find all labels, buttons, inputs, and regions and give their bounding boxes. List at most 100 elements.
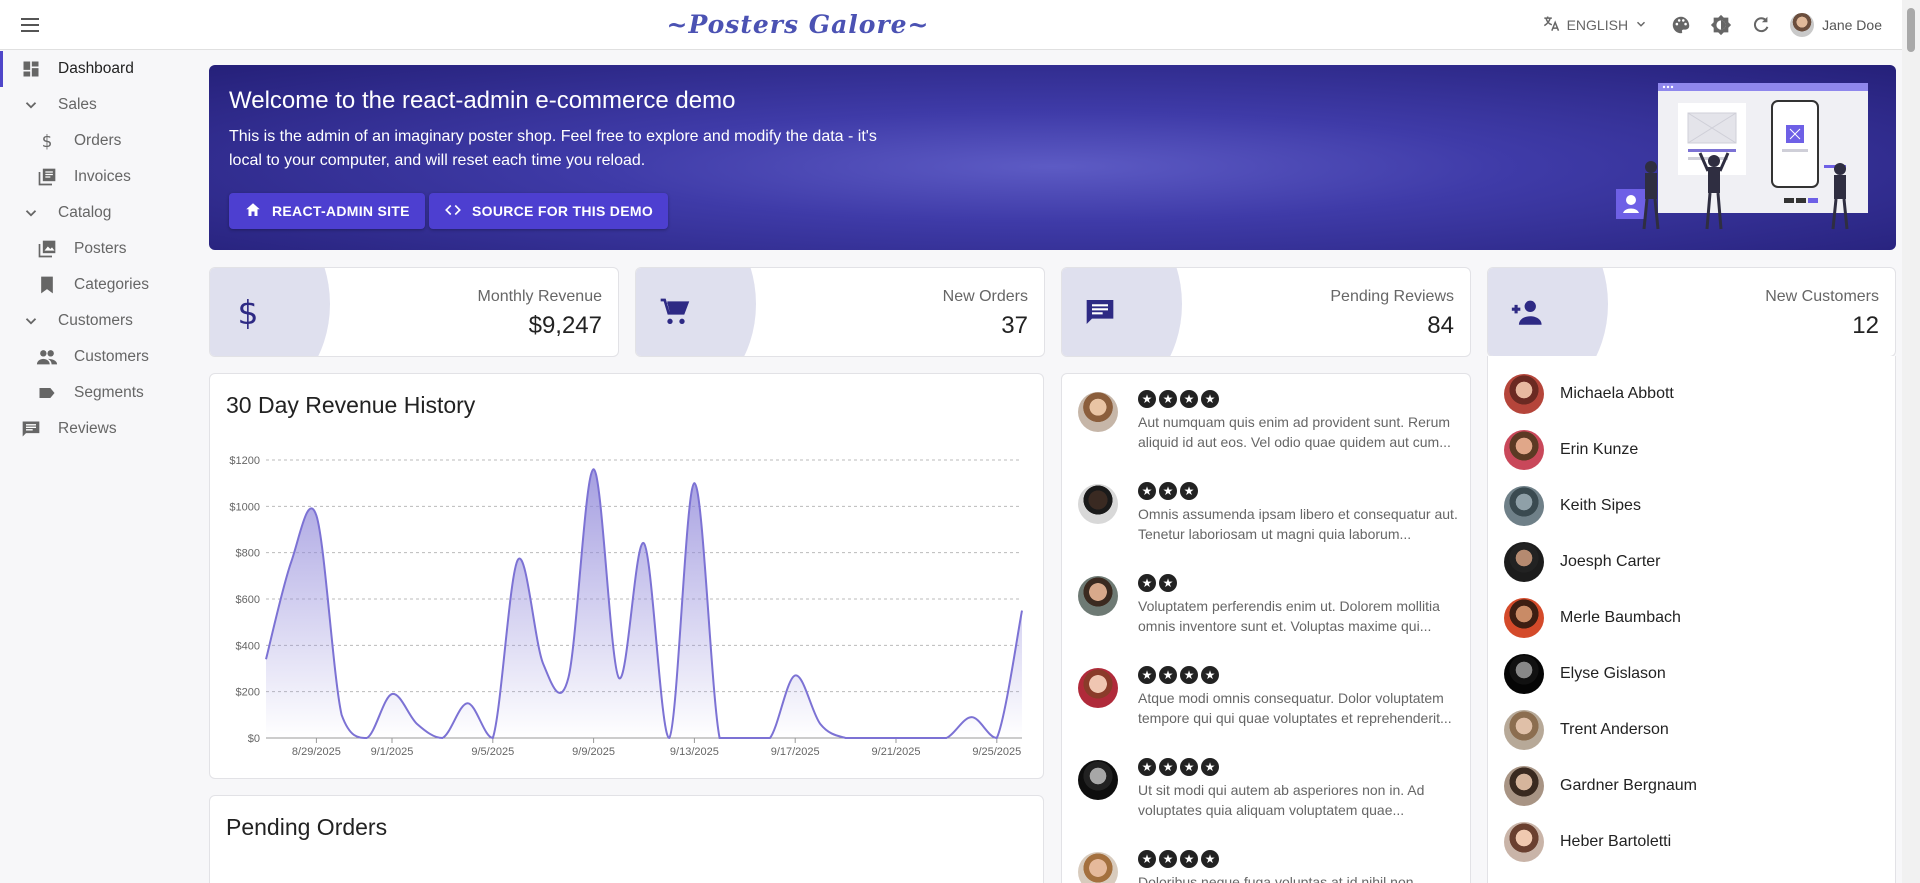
customer-item[interactable]: Gardner Bergnaum: [1504, 764, 1884, 808]
customers-list-card: Michaela Abbott Erin Kunze Keith Sipes Joes…: [1487, 356, 1896, 883]
sidebar-item-label: Segments: [74, 384, 144, 401]
review-item[interactable]: ★ ★ ★ ★ Aut numquam quis enim ad provident s…: [1078, 390, 1458, 460]
sidebar-item-label: Customers: [74, 348, 149, 365]
customer-item[interactable]: Joesph Carter: [1504, 540, 1884, 584]
star-icon: ★: [1201, 758, 1219, 776]
chevron-down-icon: [20, 310, 42, 332]
rating-stars: ★ ★ ★ ★: [1138, 390, 1219, 408]
sidebar-item-label: Dashboard: [58, 60, 134, 77]
translate-icon: [1541, 14, 1561, 37]
sidebar-item-label: Posters: [74, 240, 127, 257]
people-icon: [36, 346, 58, 368]
y-tick-label: $400: [236, 640, 260, 652]
button-label: SOURCE FOR THIS DEMO: [472, 203, 654, 219]
sidebar-group-catalog[interactable]: Catalog: [0, 195, 200, 231]
star-icon: ★: [1159, 574, 1177, 592]
stat-label: Monthly Revenue: [477, 288, 602, 305]
rating-stars: ★ ★ ★ ★: [1138, 850, 1219, 868]
review-item[interactable]: ★ ★ ★ Omnis assumenda ipsam libero et conse…: [1078, 482, 1458, 552]
customer-name: Gardner Bergnaum: [1560, 777, 1697, 794]
review-item[interactable]: ★ ★ ★ ★ Ut sit modi qui autem ab asperiores …: [1078, 758, 1458, 828]
revenue-chart: $0 $200 $400 $600 $800 $1000 $1200 8/29/2025 9/1…: [229, 455, 1023, 758]
customer-name: Merle Baumbach: [1560, 609, 1681, 626]
stat-label: New Orders: [942, 288, 1028, 305]
avatar: [1504, 430, 1544, 470]
sidebar-group-sales[interactable]: Sales: [0, 87, 200, 123]
star-icon: ★: [1159, 850, 1177, 868]
react-admin-site-button[interactable]: REACT-ADMIN SITE: [229, 193, 425, 229]
customer-item[interactable]: Erin Kunze: [1504, 428, 1884, 472]
star-icon: ★: [1138, 850, 1156, 868]
sidebar-item-segments[interactable]: Segments: [0, 375, 200, 411]
review-text: Atque modi omnis consequatur. Dolor volu…: [1138, 690, 1452, 726]
scrollbar-thumb[interactable]: [1907, 8, 1915, 52]
star-icon: ★: [1180, 758, 1198, 776]
pending-reviews-card[interactable]: Pending Reviews 84: [1061, 267, 1471, 357]
sidebar-item-orders[interactable]: $ Orders: [0, 123, 200, 159]
svg-text:$: $: [42, 132, 53, 151]
refresh-icon[interactable]: [1750, 14, 1772, 36]
x-tick-label: 9/5/2025: [471, 746, 514, 758]
sidebar-item-customers[interactable]: Customers: [0, 339, 200, 375]
avatar: [1504, 374, 1544, 414]
collections-icon: [36, 238, 58, 260]
customer-item[interactable]: Merle Baumbach: [1504, 596, 1884, 640]
star-icon: ★: [1138, 390, 1156, 408]
customer-name: Erin Kunze: [1560, 441, 1639, 458]
avatar: [1078, 852, 1118, 883]
star-icon: ★: [1138, 574, 1156, 592]
monthly-revenue-card[interactable]: $ Monthly Revenue $9,247: [209, 267, 619, 357]
user-name: Jane Doe: [1822, 17, 1882, 33]
sidebar-item-dashboard[interactable]: Dashboard: [0, 51, 200, 87]
review-item[interactable]: ★ ★ ★ ★ Doloribus neque fuga voluptas at id …: [1078, 850, 1458, 883]
source-for-demo-button[interactable]: SOURCE FOR THIS DEMO: [429, 193, 669, 229]
star-icon: ★: [1138, 758, 1156, 776]
label-icon: [36, 382, 58, 404]
y-tick-label: $200: [236, 687, 260, 699]
sidebar-item-invoices[interactable]: Invoices: [0, 159, 200, 195]
avatar: [1504, 766, 1544, 806]
avatar: [1078, 576, 1118, 616]
review-item[interactable]: ★ ★ ★ ★ Atque modi omnis consequatur. Dolor …: [1078, 666, 1458, 736]
review-text: Ut sit modi qui autem ab asperiores non …: [1138, 782, 1425, 818]
brightness-icon[interactable]: [1710, 14, 1732, 36]
welcome-illustration: [1616, 83, 1868, 230]
home-icon: [244, 201, 262, 222]
customer-item[interactable]: Michaela Abbott: [1504, 372, 1884, 416]
avatar: [1504, 598, 1544, 638]
stat-label: New Customers: [1765, 288, 1879, 305]
palette-icon[interactable]: [1670, 14, 1692, 36]
user-menu[interactable]: Jane Doe: [1790, 13, 1882, 37]
x-tick-label: 9/1/2025: [371, 746, 414, 758]
customer-name: Trent Anderson: [1560, 721, 1669, 738]
customer-item[interactable]: Trent Anderson: [1504, 708, 1884, 752]
sidebar-group-customers[interactable]: Customers: [0, 303, 200, 339]
star-icon: ★: [1159, 390, 1177, 408]
chevron-down-icon: [20, 94, 42, 116]
new-orders-card[interactable]: New Orders 37: [635, 267, 1045, 357]
customer-item[interactable]: Heber Bartoletti: [1504, 820, 1884, 864]
customer-name: Keith Sipes: [1560, 497, 1641, 514]
star-icon: ★: [1138, 666, 1156, 684]
customer-item[interactable]: Elyse Gislason: [1504, 652, 1884, 696]
rating-stars: ★ ★ ★ ★: [1138, 758, 1219, 776]
star-icon: ★: [1180, 850, 1198, 868]
welcome-text: This is the admin of an imaginary poster…: [229, 128, 877, 169]
rating-stars: ★ ★ ★: [1138, 482, 1198, 500]
avatar: [1078, 760, 1118, 800]
chevron-down-icon: [20, 202, 42, 224]
star-icon: ★: [1180, 666, 1198, 684]
star-icon: ★: [1201, 850, 1219, 868]
star-icon: ★: [1201, 666, 1219, 684]
sidebar-item-categories[interactable]: Categories: [0, 267, 200, 303]
sidebar-item-label: Sales: [58, 96, 97, 113]
sidebar-item-posters[interactable]: Posters: [0, 231, 200, 267]
bookmark-icon: [36, 274, 58, 296]
language-selector[interactable]: ENGLISH: [1541, 14, 1648, 37]
scrollbar[interactable]: [1902, 0, 1920, 883]
sidebar-item-reviews[interactable]: Reviews: [0, 411, 200, 447]
review-item[interactable]: ★ ★ Voluptatem perferendis enim ut. Dolore…: [1078, 574, 1458, 644]
customer-item[interactable]: Keith Sipes: [1504, 484, 1884, 528]
star-icon: ★: [1159, 666, 1177, 684]
new-customers-card[interactable]: New Customers 12: [1487, 267, 1896, 357]
